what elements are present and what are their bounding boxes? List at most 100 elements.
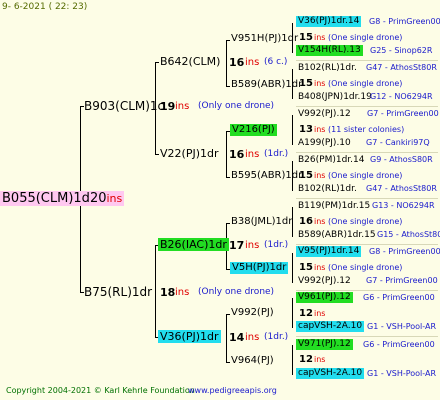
- gen3-unit: ins: [314, 33, 326, 42]
- gen4-source: G7 - Cankiri97Q: [366, 138, 430, 147]
- gen1-note: (Only one drone): [198, 101, 275, 111]
- gen2-name: B26(IAC)1dr: [158, 238, 229, 251]
- gen3-unit: ins: [314, 355, 326, 364]
- root-unit: ins: [106, 192, 123, 205]
- gen3-num: 16: [299, 216, 313, 227]
- gen3-name: B38(JML)1dr: [231, 216, 293, 227]
- gen4-name: capVSH-2A.10: [296, 321, 365, 332]
- root-num: 20: [89, 191, 107, 206]
- gen1-note: (Only one drone): [198, 287, 275, 297]
- gen4-name: V961(PJ).12: [296, 292, 353, 303]
- connector: [226, 314, 227, 362]
- gen4-source: G1 - VSH-Pool-AR: [367, 369, 437, 378]
- gen2-note: (1dr.): [264, 149, 289, 159]
- gen3-num: 13: [299, 124, 313, 135]
- gen3-name: V992(PJ): [231, 307, 274, 318]
- gen1-name: B903(CLM)1c: [84, 99, 165, 113]
- gen4-name: B102(RL)1dr.: [298, 63, 357, 73]
- gen4-name: V154H(RL).13: [296, 45, 363, 56]
- connector: [226, 314, 230, 315]
- connector: [226, 86, 230, 87]
- row-divider: [296, 336, 438, 337]
- connector: [292, 253, 293, 283]
- gen1-name: B75(RL)1dr: [84, 285, 153, 299]
- gen2-unit: ins: [245, 57, 260, 68]
- connector: [226, 362, 230, 363]
- gen2-name: B642(CLM): [160, 55, 221, 68]
- pedigree-canvas: 9- 6-2021 ( 22: 23) B055(CLM)1d20ins B90…: [0, 0, 440, 400]
- gen3-note: (One single drone): [328, 217, 403, 226]
- gen3-name: V951H(PJ)1dr: [231, 33, 299, 44]
- row-divider: [296, 60, 438, 61]
- connector: [292, 298, 293, 328]
- gen2-num: 14: [229, 331, 245, 344]
- gen4-name: V992(PJ).12: [298, 276, 351, 286]
- gen4-name: B26(PM)1dr.14: [298, 155, 365, 165]
- row-divider: [296, 106, 438, 107]
- root-queen: B055(CLM)1d20ins: [0, 191, 125, 206]
- gen4-name: V971(PJ).12: [296, 339, 353, 350]
- gen3-note: (11 sister colonies): [328, 125, 405, 134]
- gen3-unit: ins: [314, 79, 326, 88]
- gen4-source: G1 - VSH-Pool-AR: [367, 322, 437, 331]
- gen4-name: A199(PJ).10: [298, 138, 351, 148]
- gen4-source: G7 - PrimGreen00: [366, 276, 438, 285]
- root-name: B055(CLM)1d: [2, 191, 90, 206]
- gen3-name: B589(ABR)1dr: [231, 79, 303, 90]
- gen3-note: (One single drone): [328, 79, 403, 88]
- gen4-source: G9 - AthosS80R: [370, 155, 433, 164]
- gen4-name: V992(PJ).12: [298, 109, 351, 119]
- gen4-source: G13 - NO6294R: [372, 201, 435, 210]
- gen4-source: G47 - AthosSt80R: [366, 184, 437, 193]
- connector: [155, 245, 156, 337]
- gen2-name: V36(PJ)1dr: [158, 330, 221, 343]
- gen2-num: 17: [229, 239, 245, 252]
- gen1-num: 19: [160, 100, 176, 113]
- gen3-num: 15: [299, 170, 313, 181]
- gen4-source: G8 - PrimGreen00: [369, 247, 440, 256]
- row-divider: [296, 290, 438, 291]
- gen2-note: (6 c.): [264, 57, 288, 67]
- gen3-num: 15: [299, 78, 313, 89]
- copyright: Copyright 2004-2021 © Karl Kehrle Founda…: [6, 386, 195, 395]
- gen3-name: B595(ABR)1dr: [231, 170, 303, 181]
- gen3-name: V964(PJ): [231, 355, 274, 366]
- connector: [155, 62, 159, 63]
- gen2-unit: ins: [245, 332, 260, 343]
- gen4-source: G7 - PrimGreen00: [367, 109, 439, 118]
- row-divider: [296, 198, 438, 199]
- connector: [226, 223, 230, 224]
- gen3-unit: ins: [314, 125, 326, 134]
- gen1-unit: ins: [175, 287, 190, 298]
- gen3-note: (One single drone): [328, 263, 403, 272]
- site-link[interactable]: www.pedigreeapis.org: [188, 387, 277, 395]
- gen2-note: (1dr.): [264, 240, 289, 250]
- connector: [226, 40, 230, 41]
- gen2-num: 16: [229, 56, 245, 69]
- gen3-num: 12: [299, 354, 313, 365]
- gen1-unit: ins: [175, 101, 190, 112]
- row-divider: [296, 244, 438, 245]
- gen4-source: G8 - PrimGreen00: [369, 17, 440, 26]
- gen2-name: V22(PJ)1dr: [160, 147, 219, 160]
- gen4-source: G47 - AthosSt80R: [366, 63, 437, 72]
- gen4-source: G25 - Sinop62R: [370, 46, 433, 55]
- gen3-unit: ins: [314, 217, 326, 226]
- gen4-name: B589(ABR)1dr.15: [298, 230, 376, 240]
- row-divider: [296, 152, 438, 153]
- gen2-note: (1dr.): [264, 332, 289, 342]
- gen4-name: V95(PJ)1dr.14: [296, 246, 362, 257]
- gen4-name: B408(JPN)1dr.19: [298, 92, 372, 102]
- gen4-name: B119(PM)1dr.15: [298, 201, 371, 211]
- gen3-unit: ins: [314, 171, 326, 180]
- gen3-num: 15: [299, 262, 313, 273]
- connector: [226, 177, 230, 178]
- date-stamp: 9- 6-2021 ( 22: 23): [2, 2, 88, 12]
- gen3-name: V216(PJ): [230, 124, 277, 136]
- gen3-name: V5H(PJ)1dr: [230, 262, 289, 274]
- gen3-num: 12: [299, 308, 313, 319]
- gen3-unit: ins: [314, 309, 326, 318]
- connector: [155, 154, 159, 155]
- connector: [292, 345, 293, 375]
- gen4-source: G6 - PrimGreen00: [363, 340, 435, 349]
